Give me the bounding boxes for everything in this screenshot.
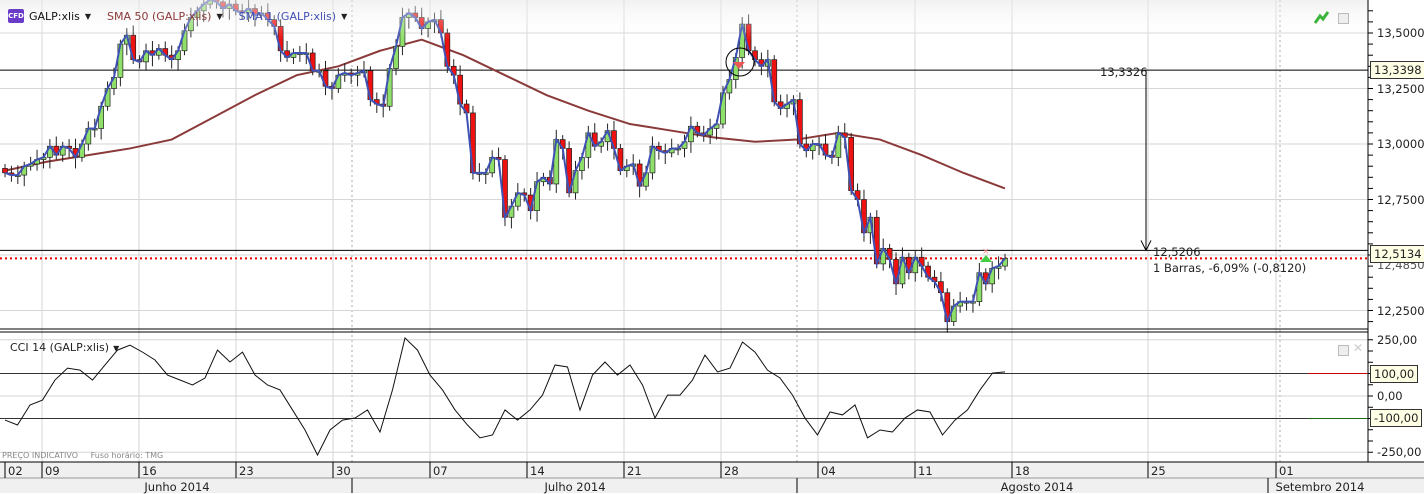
sma1-dropdown-icon[interactable]: ▼ [341, 12, 347, 21]
cci-axis-label: 250,00 [1377, 332, 1418, 347]
date-label: 16 [142, 464, 157, 478]
price-axis-label: 13,0000 [1377, 137, 1424, 151]
symbol-dropdown-icon[interactable]: ▼ [85, 12, 91, 21]
sma50-dropdown-icon[interactable]: ▼ [216, 12, 222, 21]
cci-axis-label: 0,00 [1377, 389, 1403, 403]
date-label: 18 [1015, 464, 1030, 478]
indicative-price-note: PREÇO INDICATIVO [2, 451, 79, 460]
date-label: 09 [45, 464, 60, 478]
date-label: 04 [821, 464, 836, 478]
month-label: Setembro 2014 [1275, 480, 1365, 494]
chart-footer: PREÇO INDICATIVO Fuso horário: TMG [2, 451, 173, 460]
cci-axis-label: -250,00 [1377, 445, 1422, 460]
price-axis-label: 12,2500 [1377, 303, 1424, 318]
measure-end-label: 12,5206 [1153, 245, 1201, 259]
date-label: 07 [433, 464, 448, 478]
date-label: 02 [8, 464, 23, 478]
cci-close-icon[interactable]: ✕ [1353, 341, 1363, 355]
upper-line-price-tag: 13,3398 [1370, 61, 1424, 79]
price-axis-label: 13,2500 [1377, 81, 1424, 96]
date-label: 11 [918, 464, 933, 478]
month-label: Junho 2014 [144, 480, 210, 494]
cfd-badge-icon: CFD [8, 9, 24, 23]
cci-lower-level-tag: -100,00 [1370, 409, 1423, 427]
month-label: Agosto 2014 [1000, 480, 1074, 494]
lower-line-price-tag: 12,5134 [1370, 245, 1424, 263]
sma1-legend[interactable]: SMA 1 (GALP:xlis) [239, 10, 336, 23]
cci-maximize-icon[interactable] [1338, 345, 1349, 356]
cci-legend[interactable]: CCI 14 (GALP:xlis) ▼ [10, 341, 119, 354]
measure-summary: 1 Barras, -6,09% (-0,8120) [1153, 261, 1307, 275]
price-axis-label: 13,5000 [1377, 26, 1424, 40]
cci-dropdown-icon[interactable]: ▼ [113, 344, 119, 353]
date-label: 21 [627, 464, 642, 478]
month-label: Julho 2014 [544, 480, 606, 494]
cci-legend-label: CCI 14 (GALP:xlis) [10, 341, 110, 354]
measure-start-label: 13,3326 [1100, 65, 1148, 79]
sma50-legend[interactable]: SMA 50 (GALP:xlis) [107, 10, 211, 23]
maximize-panel-icon[interactable] [1338, 13, 1349, 24]
date-label: 25 [1151, 464, 1166, 478]
date-label: 01 [1279, 464, 1294, 478]
date-label: 28 [724, 464, 739, 478]
signal-cancel-icon: × [982, 247, 990, 257]
price-axis-label: 12,7500 [1377, 192, 1424, 207]
trend-icon[interactable] [1314, 10, 1330, 24]
symbol-label[interactable]: GALP:xlis [29, 10, 80, 23]
timezone-note: Fuso horário: TMG [90, 451, 164, 460]
cci-panel [0, 328, 1424, 457]
candle-down [2, 168, 8, 174]
cci-upper-level-tag: 100,00 [1370, 365, 1419, 383]
chart-legend: CFD GALP:xlis ▼ SMA 50 (GALP:xlis) ▼ SMA… [8, 9, 363, 23]
date-label: 23 [239, 464, 254, 478]
date-label: 30 [336, 464, 351, 478]
chart-canvas[interactable]: × [0, 0, 1424, 493]
date-label: 14 [530, 464, 545, 478]
